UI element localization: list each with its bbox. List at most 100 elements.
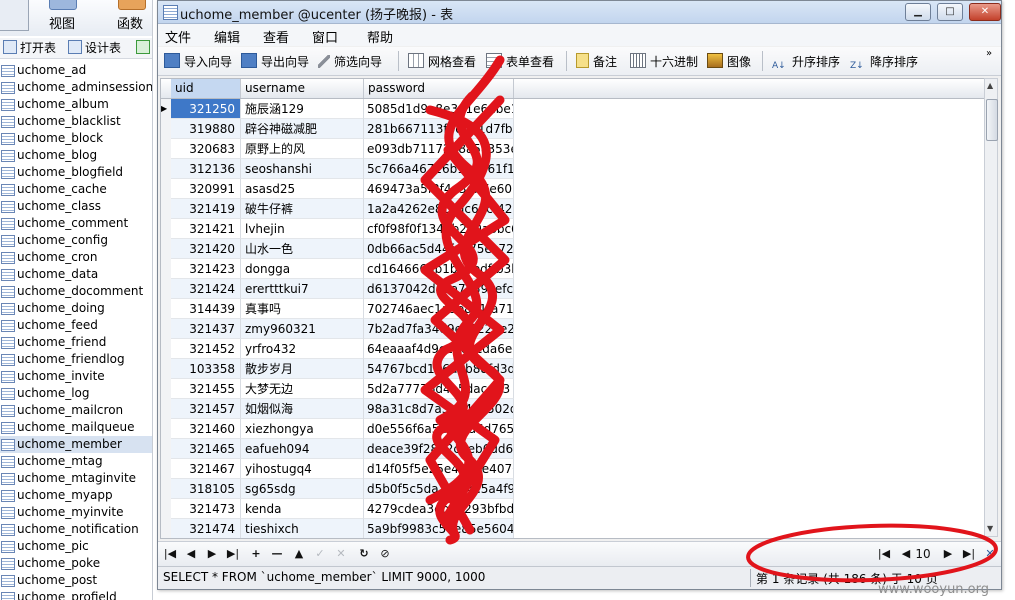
password-cell[interactable]: cf0f98f0f1340b2e0a8bc6b	[364, 219, 514, 239]
username-cell[interactable]: 辟谷神磁减肥	[241, 119, 364, 139]
first-page-button[interactable]: |◀	[876, 546, 892, 562]
last-record-button[interactable]: ▶|	[226, 546, 240, 562]
scroll-down-icon[interactable]: ▼	[987, 524, 993, 533]
table-list-item[interactable]: uchome_myapp	[0, 487, 152, 504]
password-cell[interactable]: e093db71172d8a5c353e057	[364, 139, 514, 159]
password-cell[interactable]: 64eaaaf4d9c1b0ecda6ed9	[364, 339, 514, 359]
table-list-item[interactable]: uchome_cron	[0, 249, 152, 266]
filter-wizard-button[interactable]: 筛选向导	[318, 53, 382, 71]
table-row[interactable]: 321455 大梦无边 5d2a77776d4a5dacd63	[161, 379, 984, 399]
password-cell[interactable]: cd164666db1b07edffb3bb	[364, 259, 514, 279]
username-cell[interactable]: 散步岁月	[241, 359, 364, 379]
table-row[interactable]: 321467 yihostugq4 d14f05f5e25e48d2e4070	[161, 459, 984, 479]
sort-ascending-button[interactable]: A↓ 升序排序	[772, 53, 840, 71]
table-list-item[interactable]: uchome_mailcron	[0, 402, 152, 419]
table-row[interactable]: 321424 erertttkui7 d6137042d4ea7a59cefc5f	[161, 279, 984, 299]
table-row[interactable]: 321460 xiezhongya d0e556f6a5ac92a6d765f8	[161, 419, 984, 439]
table-row[interactable]: ▶321250施辰涵1295085d1d9e8e3e1e6dbe14f1	[161, 99, 984, 119]
menu-file[interactable]: 文件	[165, 27, 191, 46]
table-list-item[interactable]: uchome_friend	[0, 334, 152, 351]
table-list-item[interactable]: uchome_ad	[0, 62, 152, 79]
delete-record-button[interactable]: —	[270, 546, 284, 562]
previous-ribbon-button[interactable]	[0, 0, 29, 31]
uid-cell[interactable]: 321474	[171, 519, 241, 538]
uid-cell[interactable]: 321467	[171, 459, 241, 479]
table-list-item[interactable]: uchome_cache	[0, 181, 152, 198]
menu-help[interactable]: 帮助	[367, 27, 393, 46]
add-record-button[interactable]: +	[249, 546, 263, 562]
username-cell[interactable]: eafueh094	[241, 439, 364, 459]
data-grid[interactable]: uid username password ▶ 321250 施辰涵129 5085d…	[160, 78, 985, 539]
password-cell[interactable]: 1a2a4262e8c3dc65cf4209a	[364, 199, 514, 219]
username-cell[interactable]: zmy960321	[241, 319, 364, 339]
table-row[interactable]: 319880辟谷神磁减肥281b667113f6d3e1d7fb7c1	[161, 119, 984, 139]
table-list-item[interactable]: uchome_log	[0, 385, 152, 402]
stop-button[interactable]: ⊘	[378, 546, 392, 562]
uid-cell[interactable]: 320683	[171, 139, 241, 159]
open-table-button[interactable]: 打开表	[3, 40, 56, 56]
uid-cell[interactable]: 320991	[171, 179, 241, 199]
page-number[interactable]: 10	[914, 546, 932, 562]
table-list-item[interactable]: uchome_feed	[0, 317, 152, 334]
scrollbar-thumb[interactable]	[986, 99, 998, 141]
password-cell[interactable]: 7b2ad7fa34d9ea3222e2de6	[364, 319, 514, 339]
table-list-item[interactable]: uchome_myinvite	[0, 504, 152, 521]
scroll-up-icon[interactable]: ▲	[987, 81, 993, 90]
uid-cell[interactable]: 321250	[171, 99, 241, 119]
password-cell[interactable]: 54767bcd1b6d2b88fd3d19	[364, 359, 514, 379]
table-row[interactable]: 321465 eafueh094 deace39f2852c6eb6dd66	[161, 439, 984, 459]
password-cell[interactable]: d6137042d4ea7a59cefc5f	[364, 279, 514, 299]
table-list-item[interactable]: uchome_block	[0, 130, 152, 147]
column-header-password[interactable]: password	[364, 79, 514, 98]
export-wizard-button[interactable]: 导出向导	[241, 53, 309, 71]
password-cell[interactable]: 4279cdea3eb6a293bfbdd2	[364, 499, 514, 519]
next-page-button[interactable]: ▶	[940, 546, 956, 562]
uid-cell[interactable]: 321460	[171, 419, 241, 439]
uid-cell[interactable]: 321424	[171, 279, 241, 299]
username-cell[interactable]: asasd25	[241, 179, 364, 199]
password-cell[interactable]: d5b0f5c5da3f584e5a4f9	[364, 479, 514, 499]
password-cell[interactable]: 702746aec1a3e8e1fa71a	[364, 299, 514, 319]
username-cell[interactable]: lvhejin	[241, 219, 364, 239]
new-table-button[interactable]	[136, 40, 152, 56]
menu-window[interactable]: 窗口	[312, 27, 338, 46]
vertical-scrollbar[interactable]: ▲ ▼	[984, 78, 998, 537]
username-cell[interactable]: 原野上的风	[241, 139, 364, 159]
menu-view[interactable]: 查看	[263, 27, 289, 46]
password-cell[interactable]: 281b667113f6d3e1d7fb7c1	[364, 119, 514, 139]
last-page-button[interactable]: ▶|	[960, 546, 978, 562]
close-button[interactable]: ✕	[969, 3, 1001, 21]
table-row[interactable]: 321423 dongga cd164666db1b07edffb3bb	[161, 259, 984, 279]
username-cell[interactable]: 施辰涵129	[241, 99, 364, 119]
uid-cell[interactable]: 321452	[171, 339, 241, 359]
hex-button[interactable]: 十六进制	[630, 53, 698, 71]
grid-view-button[interactable]: 网格查看	[408, 53, 476, 71]
column-header-uid[interactable]: uid	[171, 79, 241, 98]
first-record-button[interactable]: |◀	[163, 546, 177, 562]
prev-record-button[interactable]: ◀	[184, 546, 198, 562]
uid-cell[interactable]: 314439	[171, 299, 241, 319]
table-row[interactable]: 321474 tieshixch 5a9bf9983c56e85e5604c6	[161, 519, 984, 538]
maximize-button[interactable]: □	[937, 3, 963, 21]
table-list-item[interactable]: uchome_config	[0, 232, 152, 249]
prev-page-button[interactable]: ◀	[898, 546, 914, 562]
design-table-button[interactable]: 设计表	[68, 40, 121, 56]
password-cell[interactable]: 469473a5f3f4e3db7e60be79	[364, 179, 514, 199]
username-cell[interactable]: kenda	[241, 499, 364, 519]
table-list-item[interactable]: uchome_comment	[0, 215, 152, 232]
table-list-item[interactable]: uchome_friendlog	[0, 351, 152, 368]
table-row[interactable]: 103358散步岁月54767bcd1b6d2b88fd3d19	[161, 359, 984, 379]
username-cell[interactable]: yrfro432	[241, 339, 364, 359]
username-cell[interactable]: dongga	[241, 259, 364, 279]
table-row[interactable]: 321473 kenda 4279cdea3eb6a293bfbdd2	[161, 499, 984, 519]
import-wizard-button[interactable]: 导入向导	[164, 53, 232, 71]
refresh-button[interactable]: ↻	[357, 546, 371, 562]
password-cell[interactable]: 5c766a46726b1e5d61f1890	[364, 159, 514, 179]
username-cell[interactable]: tieshixch	[241, 519, 364, 538]
uid-cell[interactable]: 321473	[171, 499, 241, 519]
password-cell[interactable]: deace39f2852c6eb6dd66	[364, 439, 514, 459]
table-row[interactable]: 321437zmy9603217b2ad7fa34d9ea3222e2de6	[161, 319, 984, 339]
function-ribbon-button[interactable]: 函数	[112, 0, 148, 34]
username-cell[interactable]: 真事吗	[241, 299, 364, 319]
username-cell[interactable]: yihostugq4	[241, 459, 364, 479]
